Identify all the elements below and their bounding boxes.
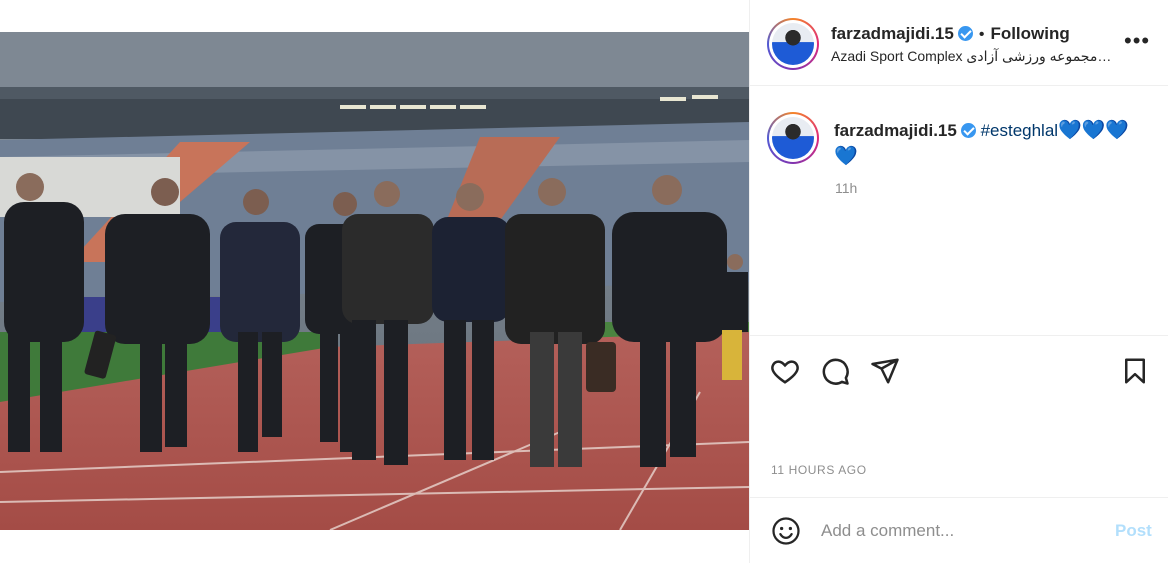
comment-box: Add a comment... Post (750, 497, 1168, 563)
avatar-image (772, 23, 814, 65)
following-button[interactable]: Following (990, 24, 1069, 43)
header-avatar[interactable] (767, 18, 819, 70)
comment-icon[interactable] (820, 356, 850, 386)
post-photo[interactable] (0, 32, 749, 530)
blue-heart-line2: 💙 (834, 145, 858, 167)
blue-hearts: 💙💙💙 (1058, 120, 1130, 141)
caption-time[interactable]: 11h (835, 180, 857, 196)
verified-badge-icon (960, 123, 976, 138)
emoji-icon[interactable] (771, 516, 801, 546)
separator-dot: • (978, 26, 985, 43)
instagram-post: farzadmajidi.15 • Following Azadi Sport Co… (0, 0, 1168, 563)
media-bottom-padding (0, 530, 749, 563)
media-top-padding (0, 0, 749, 32)
location-link[interactable]: Azadi Sport Complex مجموعه ورزشی آزادی… (831, 48, 1111, 65)
header-username[interactable]: farzadmajidi.15 (831, 24, 954, 43)
post-comment-button[interactable]: Post (1115, 521, 1152, 541)
stadium-scene (0, 32, 749, 530)
bookmark-icon[interactable] (1120, 356, 1150, 386)
post-timestamp[interactable]: 11 HOURS AGO (771, 463, 867, 477)
comment-input[interactable]: Add a comment... (821, 521, 954, 541)
post-sidebar: farzadmajidi.15 • Following Azadi Sport Co… (749, 0, 1168, 563)
hashtag-link[interactable]: #esteghlal (981, 121, 1059, 140)
post-header: farzadmajidi.15 • Following Azadi Sport Co… (750, 0, 1168, 86)
caption-username[interactable]: farzadmajidi.15 (834, 121, 957, 140)
header-title-row: farzadmajidi.15 • Following (831, 24, 1070, 44)
action-bar: 11 HOURS AGO (750, 335, 1168, 500)
avatar-image (772, 117, 814, 159)
caption: farzadmajidi.15 #esteghlal💙💙💙 💙 (834, 118, 1154, 169)
verified-badge-icon (957, 26, 973, 41)
caption-avatar[interactable] (767, 112, 819, 164)
share-icon[interactable] (870, 356, 900, 386)
heart-icon[interactable] (770, 356, 800, 386)
more-options-icon[interactable]: ••• (1124, 28, 1150, 54)
